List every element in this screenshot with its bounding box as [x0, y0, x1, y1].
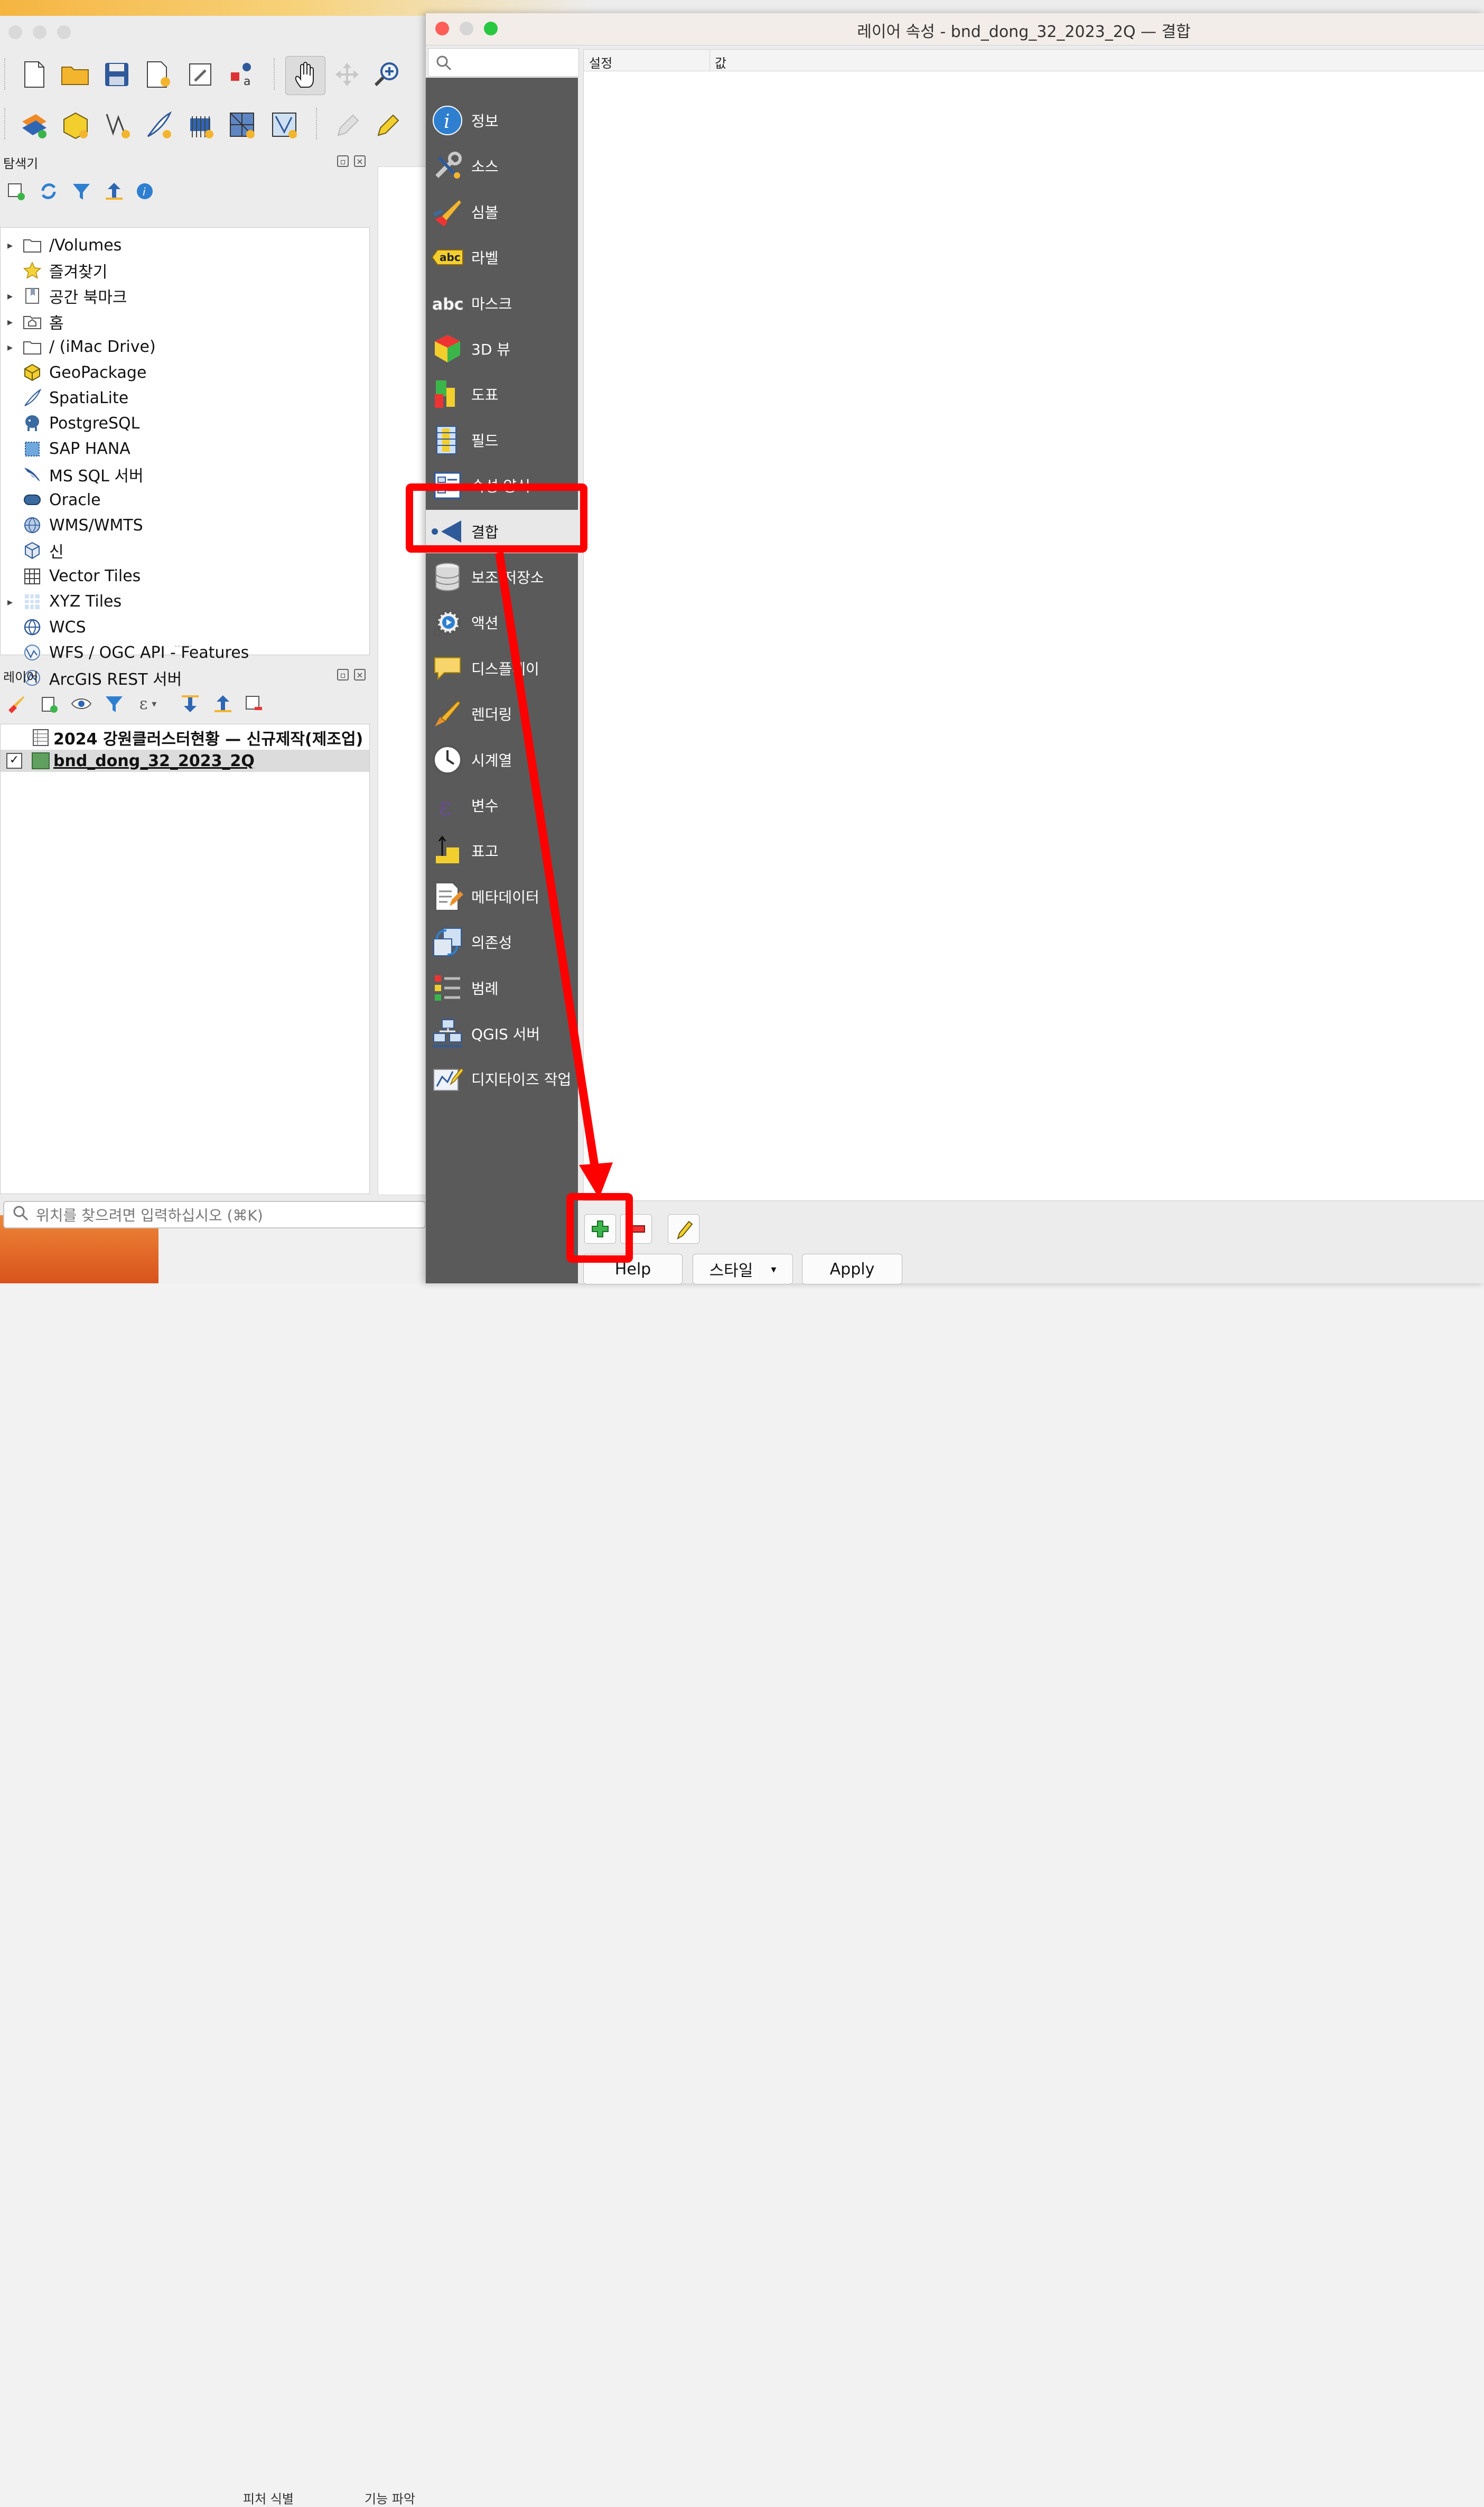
annotation-arrow	[495, 552, 613, 1198]
annotation-arrow-head	[579, 1162, 613, 1198]
background-tab-1: 피처 식별	[243, 2492, 294, 2506]
annotation-arrow-line	[495, 552, 599, 1169]
background-tab-2: 기능 파악	[365, 2492, 415, 2506]
